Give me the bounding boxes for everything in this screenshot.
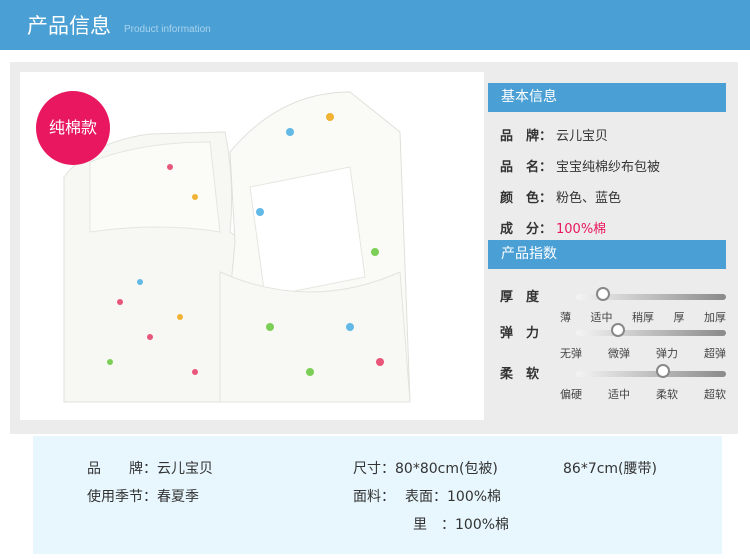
color-row: 颜 色： 粉色、蓝色 [500, 187, 621, 206]
footer-size: 尺寸：80*80cm(包被) [353, 461, 498, 477]
indicator-tick: 适中 [608, 388, 630, 401]
info-sidebar: 基本信息 品 牌： 云儿宝贝 品 名： 宝宝纯棉纱布包被 颜 色： 粉色、蓝色 成 分… [488, 79, 726, 421]
footer-size-belt: 86*7cm(腰带) [563, 461, 657, 477]
indicator-tick: 无弹 [560, 347, 582, 360]
footer-brand: 品 牌：云儿宝贝 [87, 461, 213, 477]
indices-heading: 产品指数 [488, 240, 726, 269]
thickness-label: 厚 度 [500, 290, 540, 305]
section-subtitle: Product information [124, 24, 211, 35]
indicator-tick: 超弹 [704, 347, 726, 360]
indicator-tick: 微弹 [608, 347, 630, 360]
color-label: 颜 色： [500, 191, 553, 206]
softness-indicator: 柔 软 偏硬 适中 柔软 超软 [500, 363, 726, 403]
elasticity-indicator: 弹 力 无弹 微弹 弹力 超弹 [500, 322, 726, 362]
elasticity-knob [611, 323, 625, 337]
footer-season: 使用季节：春夏季 [87, 489, 199, 505]
softness-ticks: 偏硬 适中 柔软 超软 [560, 386, 726, 402]
basic-info-heading: 基本信息 [488, 83, 726, 112]
color-value: 粉色、蓝色 [556, 191, 622, 206]
product-spec-footer: 品 牌：云儿宝贝 使用季节：春夏季 尺寸：80*80cm(包被) 86*7cm(… [33, 436, 722, 554]
name-label: 品 名： [500, 160, 553, 175]
footer-fabric-label: 面料： [353, 489, 395, 505]
softness-knob [656, 364, 670, 378]
name-row: 品 名： 宝宝纯棉纱布包被 [500, 156, 660, 175]
thickness-indicator: 厚 度 薄适中 稍厚厚加厚 [500, 286, 726, 326]
name-value: 宝宝纯棉纱布包被 [556, 160, 661, 175]
indicator-tick: 超软 [704, 388, 726, 401]
elasticity-ticks: 无弹 微弹 弹力 超弹 [560, 345, 726, 361]
indicator-tick: 弹力 [656, 347, 678, 360]
product-panel: 纯棉款 基本信息 品 牌： 云儿宝贝 品 名： 宝宝纯棉纱布包被 颜 色： 粉色、蓝色… [10, 62, 738, 434]
brand-row: 品 牌： 云儿宝贝 [500, 125, 608, 144]
cotton-badge: 纯棉款 [36, 91, 110, 165]
brand-label: 品 牌： [500, 129, 553, 144]
softness-track [576, 371, 726, 377]
material-value: 100%棉 [556, 222, 607, 237]
material-row: 成 分： 100%棉 [500, 218, 606, 237]
elasticity-track [576, 330, 726, 336]
softness-label: 柔 软 [500, 367, 540, 382]
material-label: 成 分： [500, 222, 553, 237]
section-title: 产品信息 [27, 14, 111, 38]
indicator-tick: 柔软 [656, 388, 678, 401]
indicator-tick: 偏硬 [560, 388, 582, 401]
footer-fabric-outer: 表面：100%棉 [405, 489, 502, 505]
thickness-knob [596, 287, 610, 301]
elasticity-label: 弹 力 [500, 326, 540, 341]
footer-fabric-inner: 里 ：100%棉 [413, 517, 510, 533]
brand-value: 云儿宝贝 [556, 129, 609, 144]
section-header: 产品信息 Product information [0, 0, 750, 50]
